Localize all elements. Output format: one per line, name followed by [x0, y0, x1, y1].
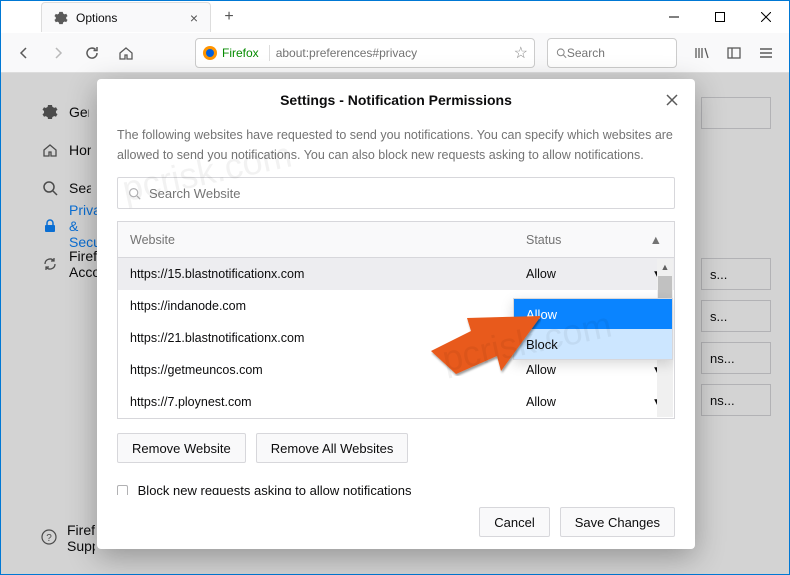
home-button[interactable] [111, 38, 141, 68]
separator [269, 45, 270, 61]
table-row[interactable]: https://7.ploynest.com Allow▼ [118, 386, 674, 418]
back-button[interactable] [9, 38, 39, 68]
search-website-input[interactable] [149, 186, 664, 201]
cell-website: https://7.ploynest.com [118, 395, 514, 409]
menu-icon[interactable] [751, 38, 781, 68]
block-new-checkbox[interactable] [117, 485, 128, 495]
save-changes-button[interactable]: Save Changes [560, 507, 675, 537]
dialog-description: The following websites have requested to… [117, 125, 675, 165]
remove-website-button[interactable]: Remove Website [117, 433, 246, 463]
caret-up-icon: ▲ [650, 233, 662, 247]
url-bar[interactable]: Firefox about:preferences#privacy ☆ [195, 38, 535, 68]
cell-status-dropdown[interactable]: Allow▼ [514, 395, 674, 409]
remove-all-websites-button[interactable]: Remove All Websites [256, 433, 409, 463]
firefox-icon [202, 45, 218, 61]
minimize-button[interactable] [651, 1, 697, 33]
window-controls [651, 1, 789, 33]
column-status[interactable]: Status ▲ [514, 233, 674, 247]
tab-close-icon[interactable]: × [190, 10, 198, 26]
block-new-label: Block new requests asking to allow notif… [138, 483, 675, 495]
dropdown-option-block[interactable]: Block [514, 329, 672, 359]
new-tab-button[interactable]: + [215, 3, 243, 31]
tab-title: Options [76, 11, 117, 25]
sidebar-icon[interactable] [719, 38, 749, 68]
gear-icon [54, 11, 68, 25]
window-titlebar: Options × + [1, 1, 789, 33]
search-website-field[interactable] [117, 177, 675, 209]
cell-website: https://getmeuncos.com [118, 363, 514, 377]
cancel-button[interactable]: Cancel [479, 507, 549, 537]
dialog-footer: Cancel Save Changes [97, 495, 695, 549]
maximize-button[interactable] [697, 1, 743, 33]
bookmark-star-icon[interactable]: ☆ [514, 43, 528, 63]
forward-button[interactable] [43, 38, 73, 68]
dropdown-option-allow[interactable]: Allow [514, 299, 672, 329]
dialog-header: Settings - Notification Permissions [97, 79, 695, 121]
table-body: https://15.blastnotificationx.com Allow▼… [118, 258, 674, 418]
reload-button[interactable] [77, 38, 107, 68]
dialog-close-button[interactable] [663, 91, 681, 109]
scroll-up-icon[interactable]: ▲ [657, 259, 673, 275]
cell-website: https://indanode.com [118, 299, 514, 313]
permissions-table: Website Status ▲ https://15.blastnotific… [117, 221, 675, 419]
status-dropdown-menu: Allow Block [513, 298, 673, 360]
dialog-title: Settings - Notification Permissions [280, 92, 512, 108]
cell-website: https://15.blastnotificationx.com [118, 267, 514, 281]
table-row[interactable]: https://15.blastnotificationx.com Allow▼… [118, 258, 674, 290]
cell-website: https://21.blastnotificationx.com [118, 331, 514, 345]
url-scheme-label: Firefox [222, 46, 259, 60]
browser-toolbar: Firefox about:preferences#privacy ☆ [1, 33, 789, 73]
search-input[interactable] [567, 46, 668, 60]
notification-permissions-dialog: Settings - Notification Permissions The … [97, 79, 695, 549]
search-icon [556, 47, 567, 59]
column-website[interactable]: Website [118, 233, 514, 247]
table-header: Website Status ▲ [118, 222, 674, 258]
search-icon [128, 187, 141, 200]
cell-status-dropdown[interactable]: Allow▼ [514, 363, 674, 377]
browser-tab[interactable]: Options × [41, 2, 211, 32]
library-icon[interactable] [687, 38, 717, 68]
window-close-button[interactable] [743, 1, 789, 33]
cell-status-dropdown[interactable]: Allow▼ Allow Block [514, 267, 674, 281]
search-bar[interactable] [547, 38, 677, 68]
url-text: about:preferences#privacy [276, 46, 514, 60]
